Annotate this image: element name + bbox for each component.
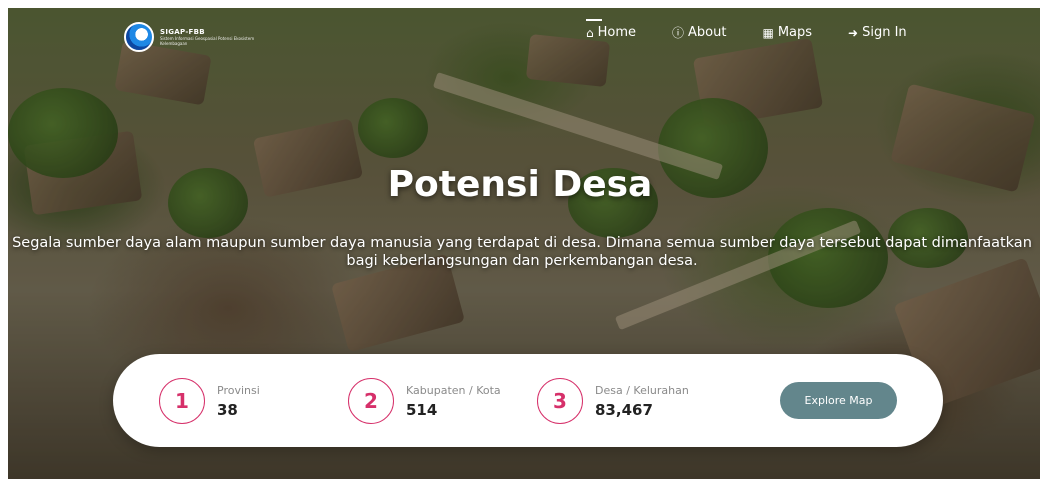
brand-name: SIGAP-FBB (160, 28, 205, 36)
hero-title: Potensi Desa (387, 164, 653, 205)
stat-number-circle: 2 (348, 378, 394, 424)
nav-sign-in[interactable]: ➜ Sign In (848, 25, 907, 40)
brand-logo[interactable]: SIGAP-FBB Sistem Informasi Geospasial Po… (124, 22, 270, 52)
brand-subtitle: Sistem Informasi Geospasial Potensi Ekos… (160, 36, 255, 46)
nav-about[interactable]: ⓘ About (672, 25, 726, 40)
stat-provinsi: 1 Provinsi 38 (159, 378, 260, 424)
stats-panel: 1 Provinsi 38 2 Kabupaten / Kota 514 3 D… (113, 354, 943, 447)
nav-sign-in-label: Sign In (862, 25, 907, 40)
explore-map-button[interactable]: Explore Map (780, 382, 897, 419)
stat-label: Kabupaten / Kota (406, 383, 501, 397)
stat-label: Desa / Kelurahan (595, 383, 689, 397)
stat-number-circle: 3 (537, 378, 583, 424)
map-icon: ▦ (762, 25, 774, 40)
stat-label: Provinsi (217, 383, 260, 397)
stat-desa-kelurahan: 3 Desa / Kelurahan 83,467 (537, 378, 689, 424)
stat-kabupaten-kota: 2 Kabupaten / Kota 514 (348, 378, 501, 424)
nav-home-label: Home (597, 25, 637, 40)
stat-value: 83,467 (595, 400, 653, 419)
sign-in-icon: ➜ (848, 25, 859, 40)
stat-value: 38 (217, 400, 238, 419)
home-icon: ⌂ (586, 25, 594, 40)
hero-description: Segala sumber daya alam maupun sumber da… (12, 235, 1032, 269)
nav-home[interactable]: ⌂ Home (586, 19, 637, 40)
stat-value: 514 (406, 400, 438, 419)
nav-maps-label: Maps (777, 25, 813, 40)
stat-number-circle: 1 (159, 378, 205, 424)
main-nav: ⌂ Home ⓘ About ▦ Maps ➜ Sign In (586, 19, 907, 40)
info-icon: ⓘ (672, 25, 685, 40)
nav-maps[interactable]: ▦ Maps (762, 25, 812, 40)
nav-about-label: About (688, 25, 727, 40)
logo-icon (124, 22, 154, 52)
